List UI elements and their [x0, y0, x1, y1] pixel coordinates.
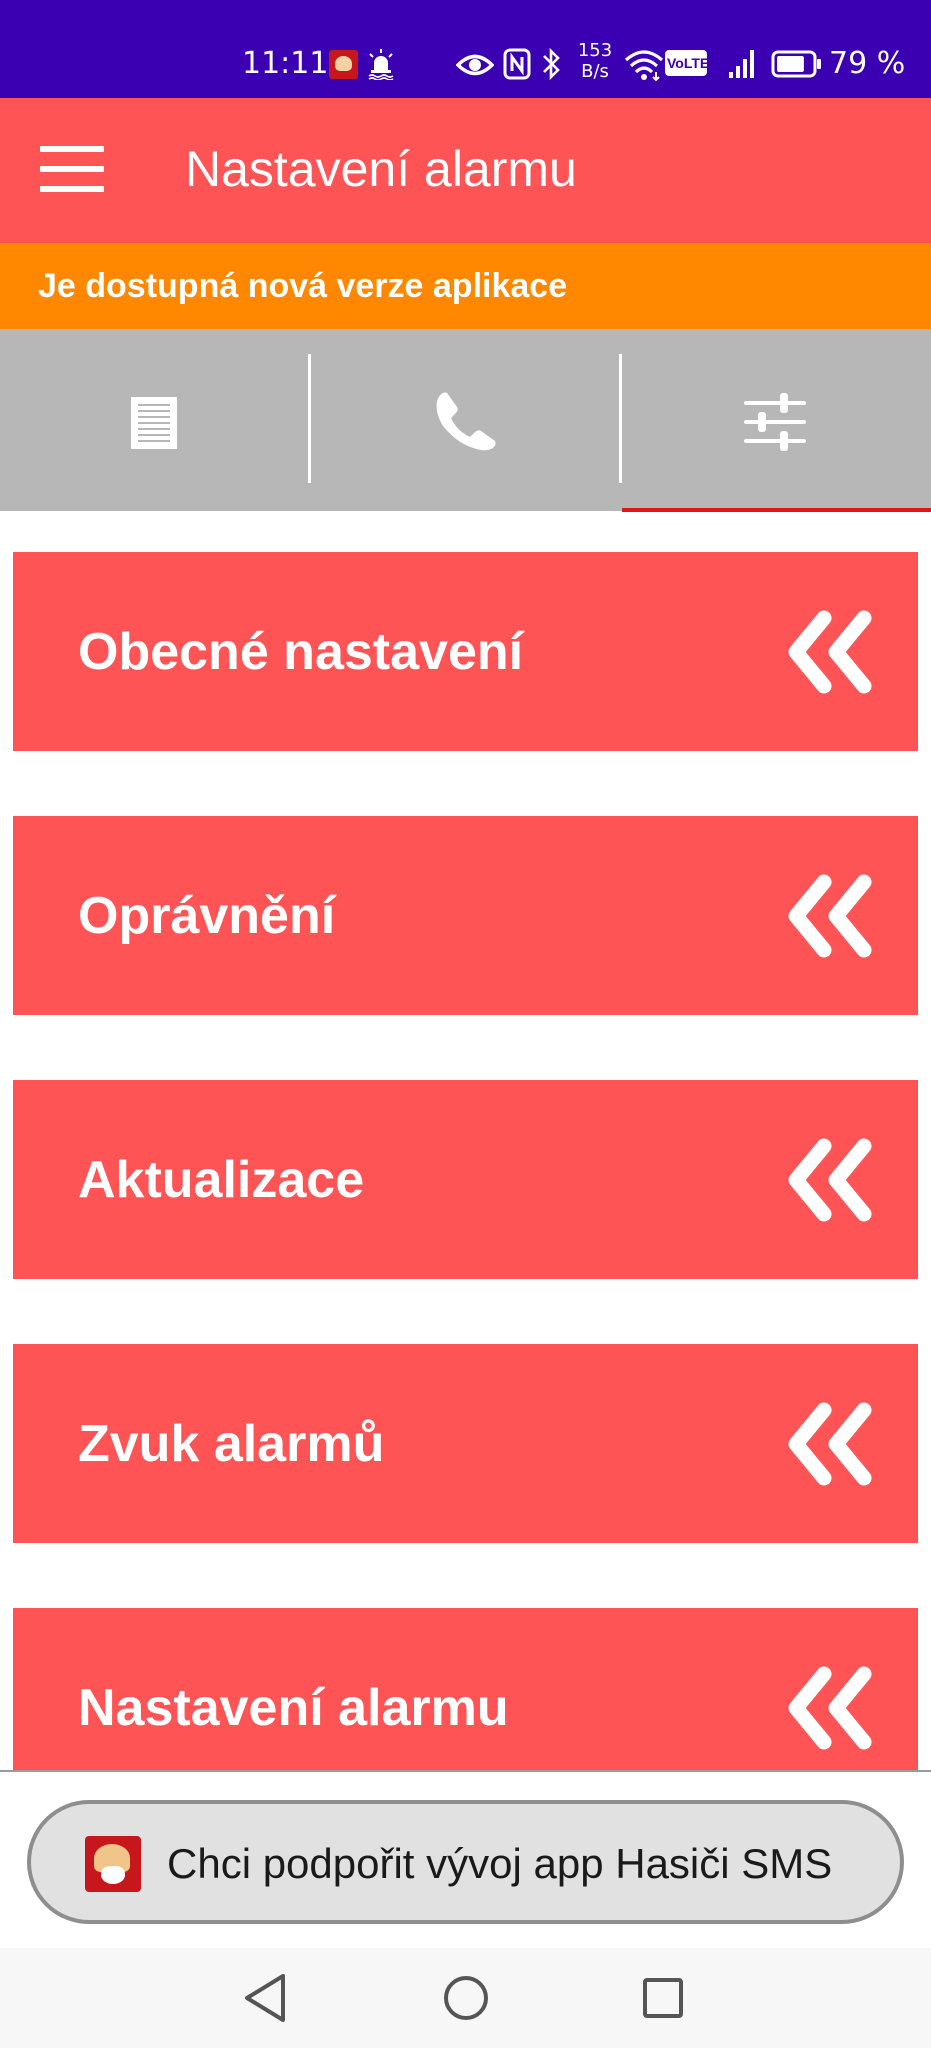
double-chevron-left-icon: [788, 1138, 872, 1222]
network-speed: 153 B/s: [570, 40, 620, 82]
firefighter-app-icon: [85, 1836, 141, 1892]
settings-item-permissions[interactable]: Oprávnění: [13, 816, 918, 1015]
app-bar: Nastavení alarmu: [0, 98, 931, 243]
wifi-icon: [624, 50, 664, 82]
update-banner-text: Je dostupná nová verze aplikace: [38, 267, 568, 305]
volte-icon: VoLTE: [665, 50, 709, 76]
status-bar: 11:11 153 B/s VoLTE 79 %: [0, 0, 931, 98]
home-circle-icon[interactable]: [436, 1968, 496, 2028]
support-button[interactable]: Chci podpořit vývoj app Hasiči SMS: [27, 1800, 904, 1924]
settings-item-general[interactable]: Obecné nastavení: [13, 552, 918, 751]
document-list-icon: [131, 397, 177, 449]
hasici-app-icon: [329, 50, 358, 79]
update-banner[interactable]: Je dostupná nová verze aplikace: [0, 243, 931, 329]
sliders-icon: [744, 393, 806, 451]
double-chevron-left-icon: [788, 1402, 872, 1486]
settings-item-label: Aktualizace: [78, 1151, 365, 1209]
double-chevron-left-icon: [788, 874, 872, 958]
battery-icon: [771, 50, 821, 78]
tab-settings[interactable]: [622, 329, 931, 511]
settings-item-label: Oprávnění: [78, 887, 336, 945]
settings-item-label: Nastavení alarmu: [78, 1679, 509, 1737]
settings-item-label: Zvuk alarmů: [78, 1415, 385, 1473]
tab-messages[interactable]: [0, 329, 308, 511]
settings-item-alarm-sound[interactable]: Zvuk alarmů: [13, 1344, 918, 1543]
app-screen: 11:11 153 B/s VoLTE 79 % Nastavení alarm…: [0, 0, 931, 2048]
phone-icon: [436, 392, 496, 451]
status-time: 11:11: [242, 46, 329, 81]
nfc-icon: [503, 48, 531, 80]
network-speed-unit: B/s: [581, 61, 609, 82]
battery-percent: 79 %: [829, 46, 906, 81]
double-chevron-left-icon: [788, 610, 872, 694]
eye-icon: [456, 54, 494, 76]
settings-item-label: Obecné nastavení: [78, 623, 524, 681]
network-speed-value: 153: [577, 40, 613, 61]
page-title: Nastavení alarmu: [185, 141, 577, 197]
alarm-light-icon: [368, 49, 394, 80]
settings-item-updates[interactable]: Aktualizace: [13, 1080, 918, 1279]
selected-tab-indicator: [622, 508, 931, 512]
support-bar: Chci podpořit vývoj app Hasiči SMS: [0, 1770, 931, 1948]
signal-icon: [729, 50, 754, 78]
hamburger-menu-icon[interactable]: [40, 146, 104, 192]
back-triangle-icon[interactable]: [237, 1968, 297, 2028]
double-chevron-left-icon: [788, 1666, 872, 1750]
bluetooth-icon: [543, 47, 560, 81]
recents-square-icon[interactable]: [633, 1968, 693, 2028]
support-button-label: Chci podpořit vývoj app Hasiči SMS: [167, 1840, 833, 1887]
system-nav-bar: [0, 1948, 931, 2048]
tab-contacts[interactable]: [311, 329, 619, 511]
tab-strip: [0, 329, 931, 512]
